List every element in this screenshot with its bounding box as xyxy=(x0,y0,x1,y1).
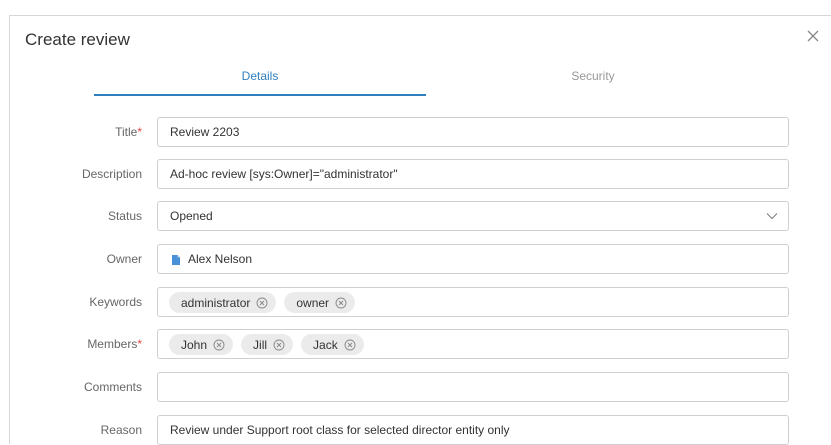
keywords-label: Keywords xyxy=(89,295,142,309)
comments-row: Comments xyxy=(10,372,831,402)
reason-value: Review under Support root class for sele… xyxy=(170,423,510,437)
owner-value: Alex Nelson xyxy=(188,252,253,266)
title-label: Title* xyxy=(115,125,142,139)
owner-field[interactable]: Alex Nelson xyxy=(157,244,789,274)
tab-security[interactable]: Security xyxy=(426,66,760,96)
owner-row: Owner Alex Nelson xyxy=(10,244,831,274)
status-select[interactable]: Opened xyxy=(157,201,789,231)
keywords-row: Keywords administrator owner xyxy=(10,287,831,317)
member-chip: John xyxy=(169,334,234,355)
comments-field[interactable] xyxy=(157,372,789,402)
members-field[interactable]: John Jill Jack xyxy=(157,329,789,359)
description-row: Description Ad-hoc review [sys:Owner]="a… xyxy=(10,159,831,189)
tab-bar: Details Security xyxy=(94,66,760,96)
reason-field[interactable]: Review under Support root class for sele… xyxy=(157,415,789,445)
reason-label: Reason xyxy=(100,423,142,437)
keyword-chip: administrator xyxy=(169,292,277,313)
member-chip: Jill xyxy=(241,334,294,355)
status-label: Status xyxy=(107,209,142,223)
title-value: Review 2203 xyxy=(170,125,240,139)
members-label: Members* xyxy=(87,337,142,351)
dialog-title: Create review xyxy=(25,30,130,49)
status-row: Status Opened xyxy=(10,201,831,231)
description-value: Ad-hoc review [sys:Owner]="administrator… xyxy=(170,167,398,181)
member-chip: Jack xyxy=(301,334,364,355)
chevron-down-icon[interactable] xyxy=(766,211,778,221)
keywords-field[interactable]: administrator owner xyxy=(157,287,789,317)
owner-label: Owner xyxy=(106,252,142,266)
members-row: Members* John Jill Jack xyxy=(10,329,831,359)
remove-chip-icon[interactable] xyxy=(213,339,225,351)
tab-details[interactable]: Details xyxy=(94,66,426,96)
remove-chip-icon[interactable] xyxy=(335,297,347,309)
remove-chip-icon[interactable] xyxy=(344,339,356,351)
remove-chip-icon[interactable] xyxy=(256,297,268,309)
description-label: Description xyxy=(81,167,142,181)
description-field[interactable]: Ad-hoc review [sys:Owner]="administrator… xyxy=(157,159,789,189)
title-field[interactable]: Review 2203 xyxy=(157,117,789,147)
title-row: Title* Review 2203 xyxy=(10,117,831,147)
reason-row: Reason Review under Support root class f… xyxy=(10,415,831,445)
document-icon xyxy=(172,255,180,265)
status-value: Opened xyxy=(170,209,213,223)
comments-label: Comments xyxy=(83,380,142,394)
remove-chip-icon[interactable] xyxy=(273,339,285,351)
close-icon[interactable] xyxy=(805,28,821,44)
create-review-dialog: Create review Details Security Title* Re… xyxy=(9,15,831,445)
keyword-chip: owner xyxy=(284,292,356,313)
